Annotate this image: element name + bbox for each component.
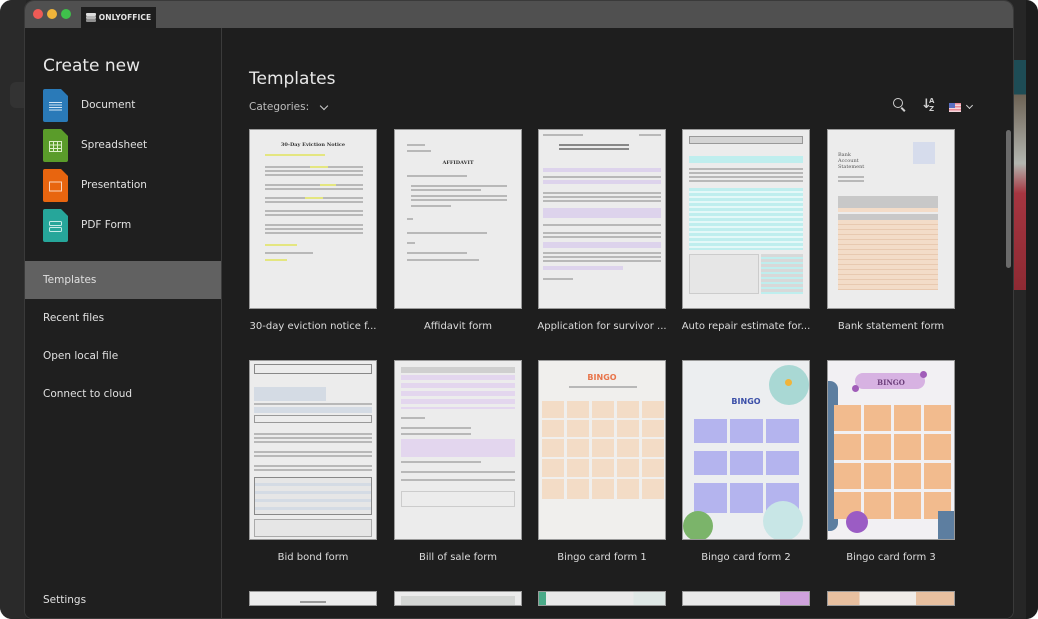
desktop: ONLYOFFICE Create new Document Spreadshe… (0, 0, 1038, 619)
template-thumbnail (249, 360, 377, 540)
template-thumbnail: AFFIDAVIT (394, 129, 522, 309)
vertical-scrollbar[interactable] (1006, 130, 1011, 268)
background-image (1014, 60, 1026, 290)
sidebar-item-label: Recent files (43, 312, 105, 324)
template-thumbnail: 30-Day Eviction Notice (249, 129, 377, 309)
template-name: Bank statement form (837, 321, 945, 332)
categories-dropdown[interactable]: Categories: (249, 101, 329, 113)
template-card[interactable]: Bid bond form (249, 360, 377, 563)
template-name: Affidavit form (423, 321, 493, 332)
app-tab[interactable]: ONLYOFFICE (81, 7, 156, 28)
create-spreadsheet-button[interactable]: Spreadsheet (43, 128, 218, 162)
template-card[interactable]: Application for survivor ... (537, 129, 667, 332)
document-icon (43, 88, 68, 122)
template-card[interactable]: Bill of sale form (394, 360, 522, 563)
template-name: 30-day eviction notice f... (249, 321, 377, 332)
template-card[interactable]: BINGO Bingo card form 1 (538, 360, 666, 563)
template-thumbnail: Bank Account Statement (827, 129, 955, 309)
template-thumbnail (682, 591, 810, 606)
create-presentation-button[interactable]: Presentation (43, 168, 218, 202)
chevron-down-icon (319, 101, 329, 110)
template-thumbnail: BINGO (538, 360, 666, 540)
sidebar-item-label: Templates (43, 274, 97, 286)
template-name: Bid bond form (277, 552, 349, 563)
categories-label: Categories: (249, 101, 310, 113)
template-card[interactable] (538, 591, 666, 606)
create-pdf-form-button[interactable]: PDF Form (43, 208, 218, 242)
presentation-icon (43, 168, 68, 202)
settings-link[interactable]: Settings (43, 594, 86, 606)
template-thumbnail (682, 129, 810, 309)
create-spreadsheet-label: Spreadsheet (81, 139, 148, 151)
sort-az-button[interactable]: ↓ AZ (921, 98, 937, 114)
sidebar-item-label: Connect to cloud (43, 388, 133, 400)
chevron-down-icon (965, 101, 974, 110)
template-card[interactable] (827, 591, 955, 606)
minimize-window-button[interactable] (47, 9, 57, 19)
template-card[interactable]: BINGO Bingo card form 3 (827, 360, 955, 563)
template-card[interactable]: 30-Day Eviction Notice 30-day eviction n… (249, 129, 377, 332)
create-new-heading: Create new (43, 56, 141, 76)
template-name: Bill of sale form (419, 552, 497, 563)
template-card[interactable] (394, 591, 522, 606)
template-thumbnail (394, 360, 522, 540)
template-thumbnail (249, 591, 377, 606)
template-name: Auto repair estimate for... (681, 321, 811, 332)
title-bar: ONLYOFFICE (25, 1, 1013, 28)
template-name: Application for survivor ... (537, 321, 667, 332)
template-card[interactable]: Auto repair estimate for... (682, 129, 810, 332)
templates-panel: Templates Categories: ↓ AZ 30-Day Evicti… (223, 28, 1013, 618)
page-title: Templates (249, 69, 336, 89)
us-flag-icon (949, 102, 961, 112)
template-thumbnail (394, 591, 522, 606)
template-card[interactable]: AFFIDAVIT Affidavit form (394, 129, 522, 332)
onlyoffice-window: ONLYOFFICE Create new Document Spreadshe… (24, 0, 1014, 619)
background-window-edge (1026, 0, 1038, 619)
create-document-label: Document (81, 99, 136, 111)
sidebar-item-connect-to-cloud[interactable]: Connect to cloud (25, 375, 221, 413)
spreadsheet-icon (43, 128, 68, 162)
create-document-button[interactable]: Document (43, 88, 218, 122)
template-thumbnail (538, 591, 666, 606)
template-name: Bingo card form 2 (701, 552, 791, 563)
template-card[interactable] (682, 591, 810, 606)
create-presentation-label: Presentation (81, 179, 147, 191)
template-name: Bingo card form 3 (846, 552, 936, 563)
language-dropdown[interactable] (949, 101, 977, 113)
onlyoffice-logo-icon (85, 13, 96, 22)
sidebar-item-templates[interactable]: Templates (25, 261, 221, 299)
create-pdf-form-label: PDF Form (81, 219, 132, 231)
pdf-form-icon (43, 208, 68, 242)
template-thumbnail (538, 129, 666, 309)
sidebar-item-open-local-file[interactable]: Open local file (25, 337, 221, 375)
sidebar-item-label: Open local file (43, 350, 119, 362)
sidebar-item-recent-files[interactable]: Recent files (25, 299, 221, 337)
template-card[interactable] (249, 591, 377, 606)
close-window-button[interactable] (33, 9, 43, 19)
maximize-window-button[interactable] (61, 9, 71, 19)
search-button[interactable] (893, 98, 907, 112)
template-name: Bingo card form 1 (557, 552, 647, 563)
template-thumbnail: BINGO (827, 360, 955, 540)
template-card[interactable]: Bank Account Statement Bank statement fo… (827, 129, 955, 332)
template-card[interactable]: BINGO Bingo card form 2 (682, 360, 810, 563)
template-thumbnail: BINGO (682, 360, 810, 540)
template-thumbnail (827, 591, 955, 606)
sidebar: Create new Document Spreadsheet Presenta… (25, 28, 222, 618)
app-tab-label: ONLYOFFICE (98, 13, 152, 22)
